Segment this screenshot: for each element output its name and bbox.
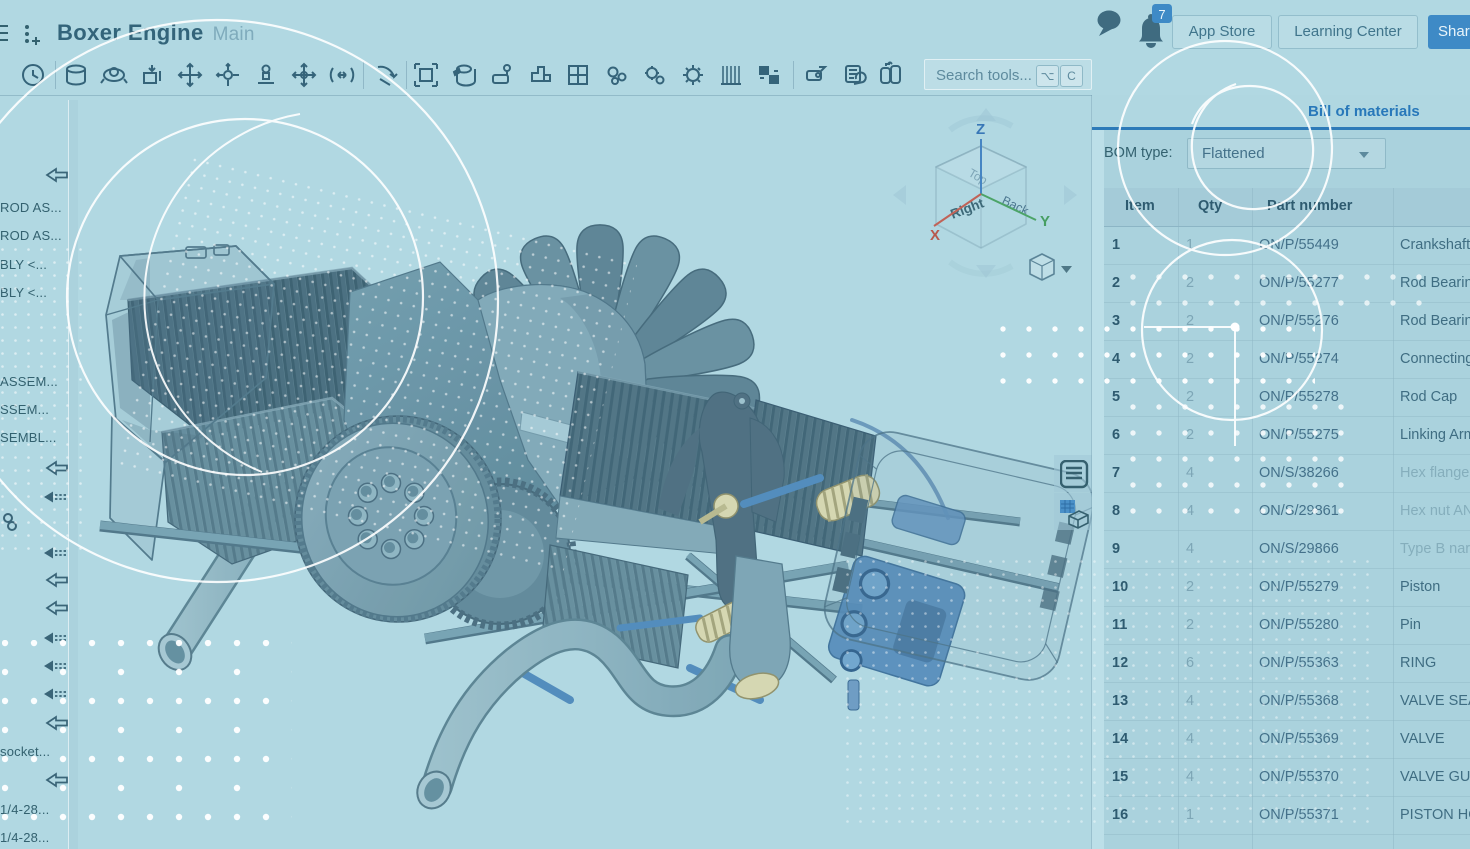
svg-text:7: 7	[1158, 7, 1165, 22]
